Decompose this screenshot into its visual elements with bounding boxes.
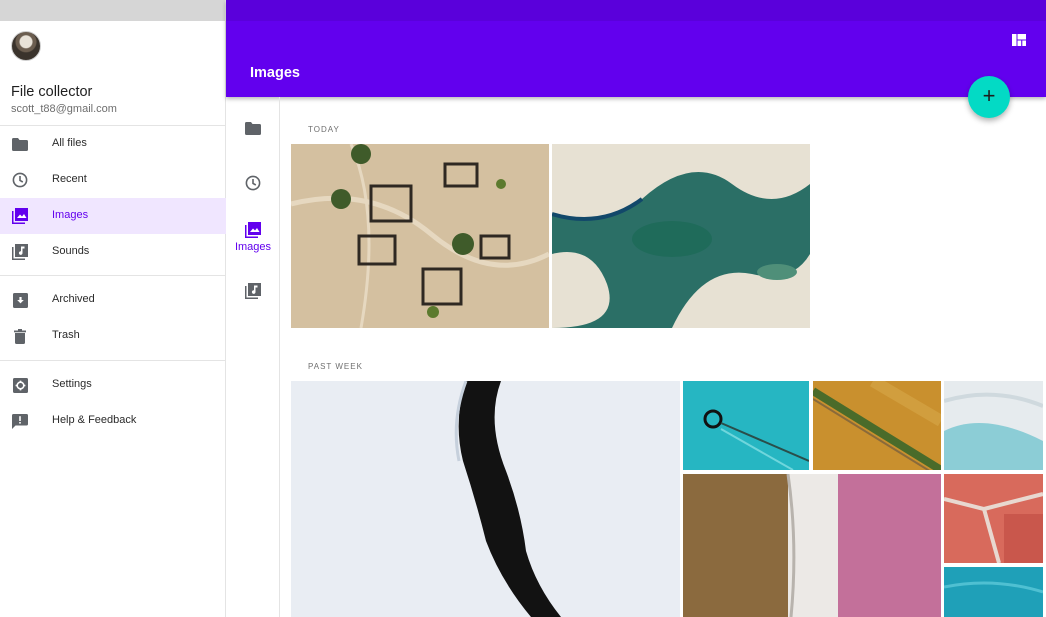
white-dunes-image (944, 381, 1043, 470)
trash-icon (11, 327, 29, 345)
nav-item-all-files[interactable]: All files (0, 126, 226, 162)
feedback-icon (11, 412, 29, 430)
nav-item-archived[interactable]: Archived (0, 282, 226, 318)
image-icon (245, 222, 261, 238)
nav-item-images[interactable]: Images (0, 198, 226, 234)
rail-item-sounds[interactable] (226, 283, 280, 329)
rail-label: Images (234, 241, 272, 253)
archive-icon (11, 291, 29, 309)
nav-item-help-feedback[interactable]: Help & Feedback (0, 403, 226, 439)
salt-shoreline-image (683, 474, 941, 617)
view-quilt-icon[interactable] (1012, 33, 1026, 46)
nav-label: Trash (52, 329, 80, 341)
rail-item-images[interactable]: Images (226, 222, 280, 268)
folder-icon (245, 122, 261, 138)
nav-item-trash[interactable]: Trash (0, 318, 226, 354)
folder-icon (11, 135, 29, 153)
audio-library-icon (245, 283, 261, 299)
image-tile[interactable] (683, 474, 941, 617)
golden-field-image (813, 381, 941, 470)
user-email: scott_t88@gmail.com (11, 103, 117, 115)
audio-library-icon (11, 243, 29, 261)
navigation-drawer: File collector scott_t88@gmail.com All f… (0, 0, 226, 617)
clock-icon (245, 175, 261, 191)
image-icon (11, 207, 29, 225)
nav-label: Settings (52, 378, 92, 390)
image-tile[interactable] (683, 381, 809, 470)
nav-item-settings[interactable]: Settings (0, 367, 226, 403)
section-header-past-week: PAST WEEK (308, 362, 363, 371)
snow-river-image (291, 381, 680, 617)
turquoise-water-image (683, 381, 809, 470)
nav-label: All files (52, 137, 87, 149)
user-name: File collector (11, 84, 93, 100)
image-tile[interactable] (291, 144, 549, 328)
rail-item-recent[interactable] (226, 175, 280, 221)
nav-label: Help & Feedback (52, 414, 137, 426)
add-button[interactable]: + (968, 76, 1010, 118)
avatar[interactable] (11, 31, 41, 61)
nav-label: Archived (52, 293, 95, 305)
section-header-today: TODAY (308, 125, 340, 134)
gear-icon (11, 376, 29, 394)
nav-label: Sounds (52, 245, 90, 257)
sand-dunes-lagoon-image (552, 144, 810, 328)
nav-label: Recent (52, 173, 87, 185)
app-root: File collector scott_t88@gmail.com All f… (0, 0, 1046, 617)
ocean-image (944, 567, 1043, 617)
image-tile[interactable] (291, 381, 680, 617)
aerial-village-image (291, 144, 549, 328)
image-tile[interactable] (944, 567, 1043, 617)
status-bar (226, 0, 1046, 21)
nav-item-sounds[interactable]: Sounds (0, 234, 226, 270)
rail-item-files[interactable] (226, 122, 280, 168)
image-tile[interactable] (552, 144, 810, 328)
drawer-divider (0, 360, 226, 361)
top-app-bar: Images (226, 0, 1046, 97)
salt-ponds-image (944, 474, 1043, 563)
clock-icon (11, 171, 29, 189)
image-tile[interactable] (813, 381, 941, 470)
navigation-rail: Images (226, 97, 280, 617)
page-title: Images (250, 65, 300, 81)
status-bar (0, 0, 225, 21)
nav-item-recent[interactable]: Recent (0, 162, 226, 198)
nav-label: Images (52, 209, 89, 221)
drawer-divider (0, 275, 226, 276)
image-tile[interactable] (944, 381, 1043, 470)
image-tile[interactable] (944, 474, 1043, 563)
